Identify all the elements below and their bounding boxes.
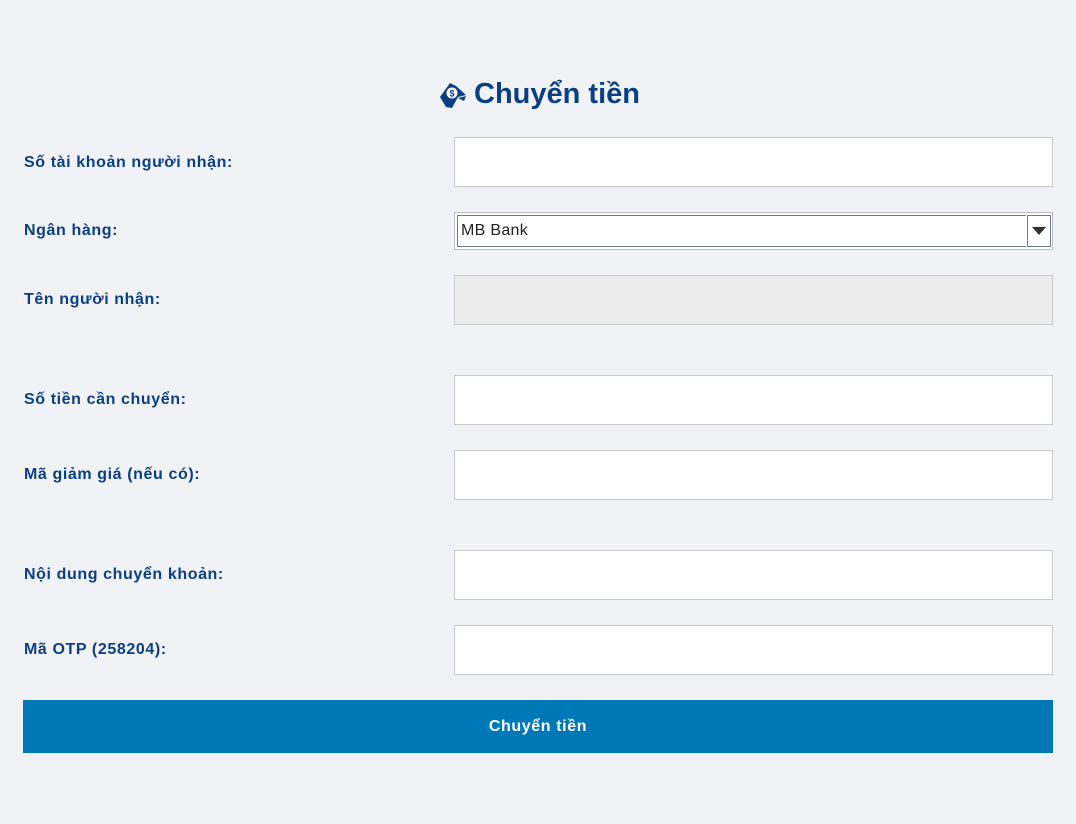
- account-number-input[interactable]: [454, 137, 1053, 187]
- bank-select[interactable]: MB Bank: [454, 212, 1053, 250]
- chevron-down-icon: [1032, 222, 1046, 240]
- page-header: $ Chuyển tiền: [0, 74, 1076, 114]
- recipient-name-label: Tên người nhận:: [24, 291, 161, 308]
- svg-text:$: $: [450, 89, 455, 99]
- bank-select-value: MB Bank: [457, 215, 1026, 247]
- money-transfer-icon: $: [436, 77, 470, 111]
- bank-label: Ngân hàng:: [24, 222, 118, 239]
- transfer-note-input[interactable]: [454, 550, 1053, 600]
- amount-label: Số tiền cần chuyển:: [24, 391, 187, 408]
- transfer-submit-button[interactable]: Chuyển tiền: [23, 700, 1053, 753]
- discount-code-label: Mã giảm giá (nếu có):: [24, 466, 201, 483]
- amount-input[interactable]: [454, 375, 1053, 425]
- otp-label: Mã OTP (258204):: [24, 641, 167, 658]
- transfer-note-label: Nội dung chuyển khoản:: [24, 566, 224, 583]
- otp-input[interactable]: [454, 625, 1053, 675]
- discount-code-input[interactable]: [454, 450, 1053, 500]
- recipient-name-field: [454, 275, 1053, 325]
- dropdown-button[interactable]: [1027, 215, 1051, 247]
- account-number-label: Số tài khoản người nhận:: [24, 154, 233, 171]
- page-title: Chuyển tiền: [474, 77, 640, 110]
- transfer-page: $ Chuyển tiền Số tài khoản người nhận: N…: [0, 0, 1076, 824]
